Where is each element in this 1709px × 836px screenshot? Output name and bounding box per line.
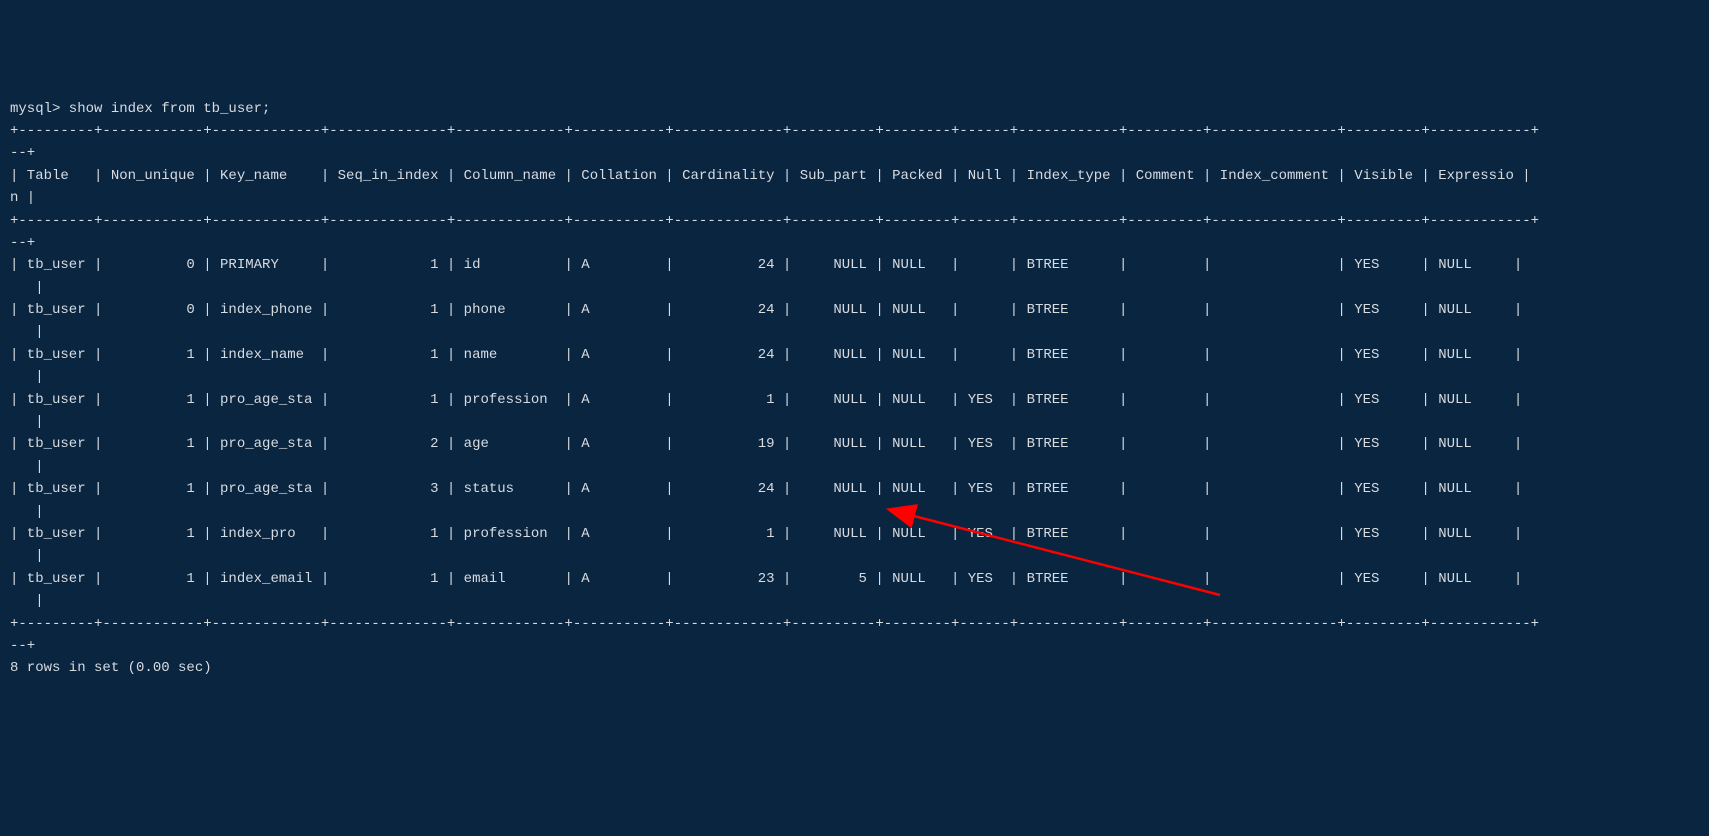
table-wrap-line: | (10, 590, 1699, 612)
result-summary: 8 rows in set (0.00 sec) (10, 657, 1699, 679)
table-header-row: | Table | Non_unique | Key_name | Seq_in… (10, 165, 1699, 187)
table-separator: +---------+------------+-------------+--… (10, 210, 1699, 232)
table-wrap-line: | (10, 366, 1699, 388)
table-wrap-line: n | (10, 187, 1699, 209)
table-wrap-line: --+ (10, 142, 1699, 164)
table-row: | tb_user | 0 | PRIMARY | 1 | id | A | 2… (10, 254, 1699, 276)
table-wrap-line: --+ (10, 232, 1699, 254)
table-separator: +---------+------------+-------------+--… (10, 613, 1699, 635)
table-row: | tb_user | 1 | pro_age_sta | 2 | age | … (10, 433, 1699, 455)
table-wrap-line: | (10, 456, 1699, 478)
table-row: | tb_user | 1 | index_email | 1 | email … (10, 568, 1699, 590)
table-wrap-line: --+ (10, 635, 1699, 657)
mysql-prompt: mysql> show index from tb_user; (10, 98, 1699, 120)
table-row: | tb_user | 1 | pro_age_sta | 1 | profes… (10, 389, 1699, 411)
table-separator: +---------+------------+-------------+--… (10, 120, 1699, 142)
table-row: | tb_user | 1 | pro_age_sta | 3 | status… (10, 478, 1699, 500)
table-row: | tb_user | 1 | index_pro | 1 | professi… (10, 523, 1699, 545)
table-row: | tb_user | 1 | index_name | 1 | name | … (10, 344, 1699, 366)
table-wrap-line: | (10, 501, 1699, 523)
table-wrap-line: | (10, 545, 1699, 567)
mysql-terminal-output: mysql> show index from tb_user;+--------… (10, 98, 1699, 680)
table-wrap-line: | (10, 411, 1699, 433)
table-wrap-line: | (10, 277, 1699, 299)
table-wrap-line: | (10, 321, 1699, 343)
table-row: | tb_user | 0 | index_phone | 1 | phone … (10, 299, 1699, 321)
